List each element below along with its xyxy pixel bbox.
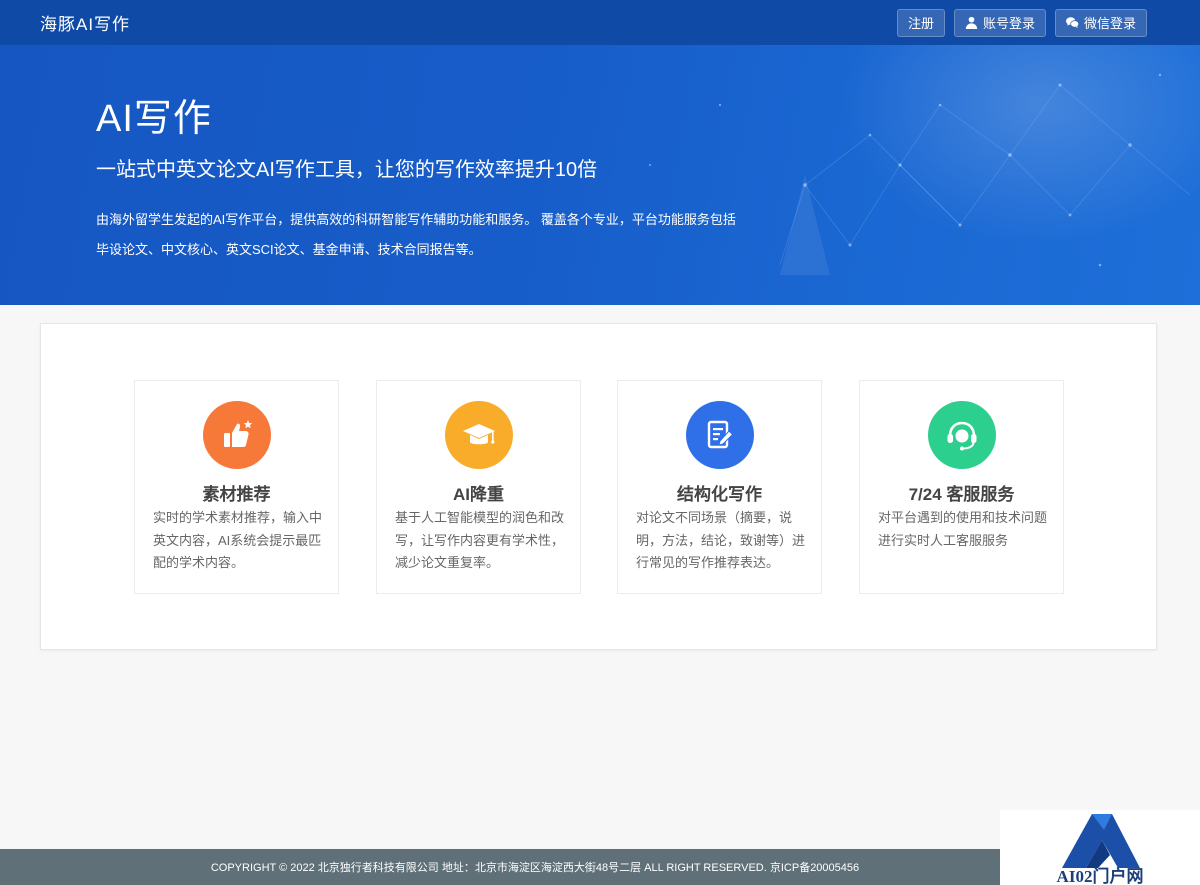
register-button[interactable]: 注册 (896, 8, 945, 37)
wechat-login-label: 微信登录 (1083, 16, 1136, 31)
feature-title: 结构化写作 (677, 485, 762, 504)
wechat-icon (1065, 17, 1079, 28)
feature-card-material-recommendation[interactable]: 素材推荐 实时的学术素材推荐，输入中英文内容，AI系统会提示最匹配的学术内容。 (134, 380, 339, 594)
brand-logo-text[interactable]: 海豚AI写作 (40, 10, 130, 35)
account-login-button[interactable]: 账号登录 (953, 8, 1046, 37)
hero-description-line-1: 由海外留学生发起的AI写作平台，提供高效的科研智能写作辅助功能和服务。 覆盖各个… (96, 212, 736, 227)
watermark: AI02门户网 (1000, 810, 1200, 885)
header-actions: 注册 账号登录 微信登录 (896, 8, 1147, 37)
hero-subtitle: 一站式中英文论文AI写作工具，让您的写作效率提升10倍 (96, 159, 598, 181)
feature-card-ai-rewrite[interactable]: AI降重 基于人工智能模型的润色和改写，让写作内容更有学术性，减少论文重复率。 (376, 380, 581, 594)
graduation-cap-icon (463, 424, 495, 445)
feature-card-structured-writing[interactable]: 结构化写作 对论文不同场景（摘要，说明，方法，结论，致谢等）进行常见的写作推荐表… (617, 380, 822, 594)
page: 海豚AI写作 注册 账号登录 微信登录 AI写作 一站式中英文论文AI写作工具，… (0, 0, 1200, 885)
thumbs-up-star-icon (224, 420, 253, 447)
hero-description: 由海外留学生发起的AI写作平台，提供高效的科研智能写作辅助功能和服务。 覆盖各个… (96, 205, 756, 265)
hero-title: AI写作 (96, 98, 212, 140)
wechat-login-button[interactable]: 微信登录 (1054, 8, 1147, 37)
feature-title: AI降重 (453, 485, 504, 504)
feature-icon-circle (686, 401, 754, 469)
feature-card-customer-service[interactable]: 7/24 客服服务 对平台遇到的使用和技术问题进行实时人工客服服务 (859, 380, 1064, 594)
hero-banner: AI写作 一站式中英文论文AI写作工具，让您的写作效率提升10倍 由海外留学生发… (0, 45, 1200, 305)
watermark-text: AI02门户网 (1057, 866, 1144, 885)
top-navigation-bar: 海豚AI写作 注册 账号登录 微信登录 (0, 0, 1200, 45)
feature-description: 基于人工智能模型的润色和改写，让写作内容更有学术性，减少论文重复率。 (395, 510, 565, 570)
footer-copyright: COPYRIGHT © 2022 北京独行者科技有限公司 地址：北京市海淀区海淀… (210, 862, 860, 874)
features-panel: 素材推荐 实时的学术素材推荐，输入中英文内容，AI系统会提示最匹配的学术内容。 … (40, 323, 1157, 650)
feature-description: 对平台遇到的使用和技术问题进行实时人工客服服务 (878, 510, 1048, 548)
user-icon (965, 16, 978, 29)
feature-icon-circle (928, 401, 996, 469)
register-button-label: 注册 (907, 16, 934, 31)
feature-description: 对论文不同场景（摘要，说明，方法，结论，致谢等）进行常见的写作推荐表达。 (636, 510, 806, 570)
feature-description: 实时的学术素材推荐，输入中英文内容，AI系统会提示最匹配的学术内容。 (153, 510, 323, 570)
feature-title: 素材推荐 (202, 485, 271, 504)
hero-description-line-2: 毕设论文、中文核心、英文SCI论文、基金申请、技术合同报告等。 (96, 242, 482, 257)
feature-title: 7/24 客服服务 (908, 485, 1015, 504)
account-login-label: 账号登录 (982, 16, 1035, 31)
headset-icon (947, 421, 977, 451)
feature-icon-circle (445, 401, 513, 469)
feature-icon-circle (203, 401, 271, 469)
watermark-logo-icon: AI02门户网 (1057, 814, 1144, 885)
document-edit-icon (707, 420, 734, 449)
